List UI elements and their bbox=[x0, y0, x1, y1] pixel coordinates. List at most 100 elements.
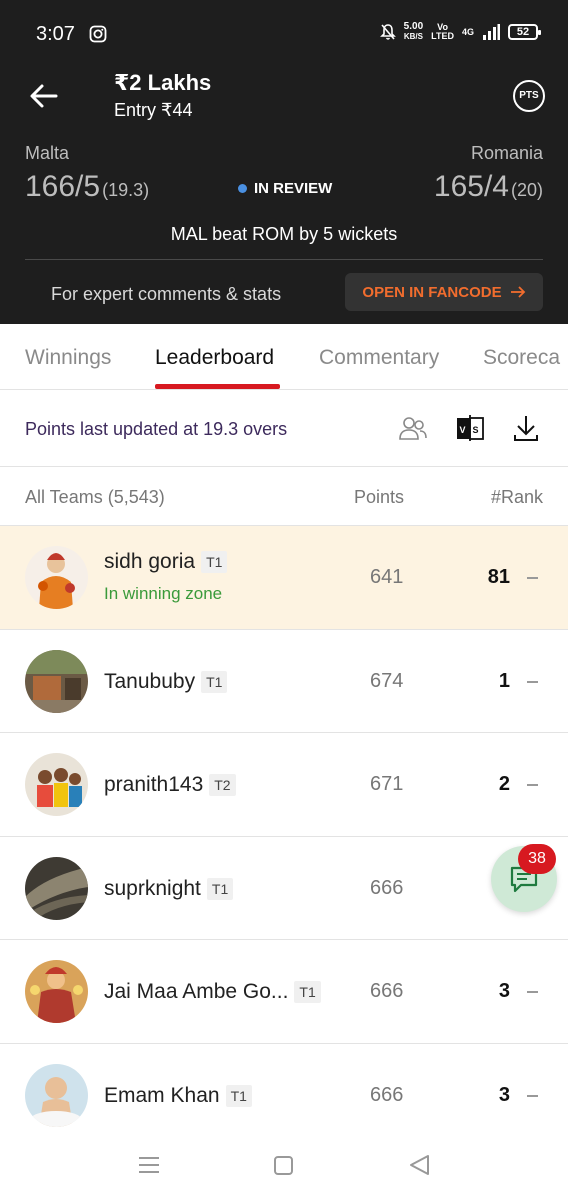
back-arrow-icon[interactable] bbox=[28, 80, 60, 112]
rank-change-dash-icon bbox=[527, 577, 538, 579]
team-left-overs: (19.3) bbox=[102, 180, 150, 200]
team-tag: T2 bbox=[209, 774, 236, 796]
all-teams-count: All Teams (5,543) bbox=[25, 487, 165, 507]
rank-change-dash-icon bbox=[527, 1094, 538, 1097]
player-name: suprknight T1 bbox=[104, 876, 234, 901]
player-points: 641 bbox=[370, 566, 404, 588]
player-points: 666 bbox=[370, 1083, 404, 1106]
avatar bbox=[25, 753, 88, 816]
player-rank: 3 bbox=[498, 1083, 510, 1106]
contest-entry: Entry ₹44 bbox=[114, 100, 193, 120]
player-name: sidh goria T1 bbox=[104, 550, 228, 574]
match-status-label: IN REVIEW bbox=[254, 180, 333, 197]
avatar bbox=[25, 1063, 88, 1127]
player-points: 666 bbox=[370, 876, 404, 899]
player-points: 666 bbox=[370, 980, 404, 1002]
points-updated-text: Points last updated at 19.3 overs bbox=[25, 419, 288, 439]
team-right-runs: 165/4 bbox=[433, 170, 509, 203]
player-name-text: Jai Maa Ambe Go... bbox=[104, 980, 289, 1003]
player-name-text: Tanububy bbox=[104, 669, 196, 693]
status-bar: 3:07 5.00 KB/S Vo LTED 4G 52 bbox=[0, 18, 568, 54]
download-icon[interactable] bbox=[512, 413, 540, 443]
match-header: 3:07 5.00 KB/S Vo LTED 4G 52 ₹2 Lakhs En… bbox=[0, 0, 568, 324]
avatar bbox=[25, 960, 88, 1023]
leaderboard-column-header: All Teams (5,543) Points #Rank bbox=[0, 467, 568, 526]
leaderboard-row[interactable]: pranith143 T2 671 2 bbox=[0, 733, 568, 837]
points-column-header: Points bbox=[354, 487, 405, 507]
status-dot-icon bbox=[238, 184, 247, 193]
system-nav-bar bbox=[0, 1140, 568, 1200]
leaderboard-row[interactable]: suprknight T1 666 bbox=[0, 837, 568, 940]
team-tag: T1 bbox=[294, 981, 321, 1003]
leaderboard-row[interactable]: Emam Khan T1 666 3 bbox=[0, 1044, 568, 1147]
team-left-runs: 166/5 bbox=[25, 170, 101, 203]
vs-compare-icon[interactable]: V S bbox=[455, 414, 485, 442]
player-rank: 3 bbox=[498, 980, 510, 1002]
player-name: pranith143 T2 bbox=[104, 773, 236, 797]
tab-commentary[interactable]: Commentary bbox=[319, 346, 439, 370]
volte-bottom: LTED bbox=[431, 31, 454, 41]
open-in-fancode-label: OPEN IN FANCODE bbox=[362, 283, 502, 301]
rank-change-dash-icon bbox=[527, 991, 538, 993]
avatar bbox=[25, 546, 88, 609]
mute-bell-icon bbox=[379, 24, 396, 40]
status-time: 3:07 bbox=[36, 23, 75, 45]
status-icons: 5.00 KB/S Vo LTED 4G 52 bbox=[379, 22, 541, 42]
player-points: 671 bbox=[370, 773, 404, 795]
player-name: Emam Khan T1 bbox=[104, 1084, 252, 1108]
signal-icon bbox=[483, 24, 500, 40]
svg-text:S: S bbox=[473, 425, 479, 435]
team-tag: T1 bbox=[206, 877, 234, 900]
team-right-overs: (20) bbox=[510, 180, 543, 200]
points-system-icon[interactable]: PTS bbox=[513, 80, 545, 112]
tab-winnings[interactable]: Winnings bbox=[25, 346, 111, 370]
svg-text:V: V bbox=[460, 425, 466, 435]
leaderboard-row[interactable]: Tanububy T1 674 1 bbox=[0, 630, 568, 733]
leaderboard-info-bar: Points last updated at 19.3 overs V S bbox=[0, 390, 568, 467]
fancode-promo-text: For expert comments & stats bbox=[51, 284, 282, 304]
player-name-text: suprknight bbox=[104, 876, 201, 900]
rank-column-header: #Rank bbox=[490, 487, 543, 507]
arrow-right-icon bbox=[510, 286, 525, 298]
network-speed: 5.00 KB/S bbox=[404, 22, 423, 42]
battery-icon: 52 bbox=[508, 24, 541, 40]
player-name: Tanububy T1 bbox=[104, 669, 228, 694]
tab-bar: Winnings Leaderboard Commentary Scoreca bbox=[0, 324, 568, 390]
team-right-name: Romania bbox=[470, 143, 543, 163]
header-divider bbox=[25, 259, 543, 260]
team-tag: T1 bbox=[201, 670, 228, 693]
match-result: MAL beat ROM by 5 wickets bbox=[170, 224, 398, 244]
nav-back-icon[interactable] bbox=[408, 1154, 430, 1176]
net-speed-value: 5.00 bbox=[403, 21, 424, 32]
leaderboard-list: sidh goria T1 In winning zone 641 81 Tan… bbox=[0, 526, 568, 1147]
match-status: IN REVIEW bbox=[238, 180, 332, 197]
recent-apps-icon[interactable] bbox=[138, 1156, 160, 1174]
tab-scorecard[interactable]: Scoreca bbox=[483, 346, 560, 370]
player-name-text: pranith143 bbox=[104, 773, 204, 796]
instagram-icon bbox=[89, 25, 107, 43]
rank-change-dash-icon bbox=[527, 680, 538, 683]
net-speed-unit: KB/S bbox=[403, 32, 423, 41]
compare-teams-icon[interactable] bbox=[398, 415, 428, 441]
volte-indicator: Vo LTED bbox=[431, 23, 454, 41]
team-tag: T1 bbox=[225, 1084, 252, 1107]
player-name: Jai Maa Ambe Go... T1 bbox=[104, 980, 321, 1004]
rank-change-dash-icon bbox=[527, 784, 538, 786]
team-right-score: 165/4 (20) bbox=[434, 170, 543, 204]
player-name-text: sidh goria bbox=[104, 550, 196, 573]
network-type: 4G bbox=[461, 27, 474, 37]
home-icon[interactable] bbox=[274, 1156, 293, 1175]
open-in-fancode-button[interactable]: OPEN IN FANCODE bbox=[345, 273, 543, 311]
chat-unread-badge: 38 bbox=[518, 844, 556, 874]
leaderboard-row[interactable]: Jai Maa Ambe Go... T1 666 3 bbox=[0, 940, 568, 1044]
player-rank: 1 bbox=[498, 669, 510, 692]
active-tab-indicator bbox=[155, 384, 280, 389]
avatar bbox=[25, 856, 88, 920]
avatar bbox=[25, 649, 88, 713]
team-left-score: 166/5 (19.3) bbox=[25, 170, 149, 204]
player-rank: 2 bbox=[498, 773, 510, 795]
tab-leaderboard[interactable]: Leaderboard bbox=[155, 346, 274, 370]
winning-zone-label: In winning zone bbox=[104, 584, 223, 603]
player-rank: 81 bbox=[487, 566, 510, 588]
leaderboard-row[interactable]: sidh goria T1 In winning zone 641 81 bbox=[0, 526, 568, 630]
